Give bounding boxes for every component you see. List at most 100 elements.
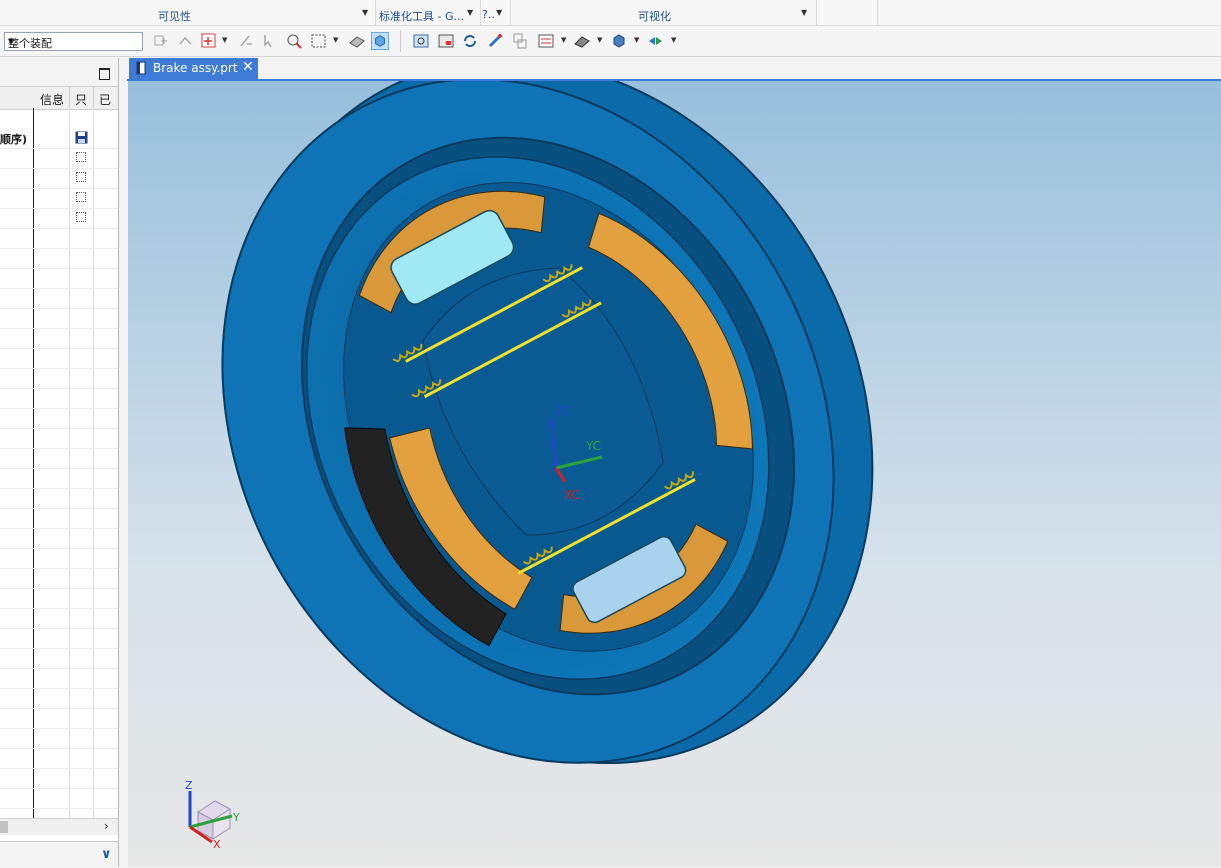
graphics-viewport[interactable]: ZC YC XC Z Y X — [128, 81, 1221, 867]
table-row[interactable] — [0, 768, 118, 789]
view-orientation-icon[interactable] — [610, 32, 628, 50]
chevron-down-icon[interactable]: ▼ — [8, 37, 139, 46]
table-row[interactable] — [0, 588, 118, 609]
chevron-down-icon[interactable]: ▼ — [496, 8, 502, 17]
table-row[interactable] — [0, 728, 118, 749]
close-icon[interactable]: ✕ — [242, 59, 254, 75]
ribbon-group-bar: 可见性 ▼ 标准化工具 - G... ▼ ?.. ▼ 可视化 ▼ — [0, 0, 1221, 26]
pan-icon[interactable] — [487, 32, 505, 50]
checkbox[interactable] — [76, 152, 86, 162]
table-row[interactable] — [0, 148, 118, 169]
table-row[interactable] — [0, 508, 118, 529]
navigator-details-bar: ∨ — [0, 841, 118, 868]
table-row[interactable] — [0, 168, 118, 189]
table-row[interactable] — [0, 368, 118, 389]
pick-icon[interactable] — [260, 32, 278, 50]
table-row[interactable] — [0, 668, 118, 689]
triad-z-label: Z — [185, 779, 193, 792]
triad-x-label: X — [213, 838, 221, 851]
chevron-down-icon[interactable]: ▼ — [671, 36, 676, 44]
table-row[interactable] — [0, 488, 118, 509]
table-row[interactable]: 顺序) — [0, 128, 118, 149]
table-row[interactable] — [0, 348, 118, 369]
tab-brake-assy[interactable]: Brake assy.prt ✕ — [129, 58, 258, 79]
rectangle-select-icon[interactable] — [310, 32, 328, 50]
table-row[interactable] — [0, 788, 118, 809]
chevron-down-icon[interactable]: ▼ — [801, 8, 807, 17]
zc-label: ZC — [555, 404, 572, 418]
table-row[interactable] — [0, 748, 118, 769]
assembly-scope-select[interactable]: 整个装配 ▼ — [4, 32, 143, 51]
shaded-view-icon[interactable] — [371, 32, 389, 50]
chevron-down-icon[interactable]: ▼ — [634, 36, 639, 44]
ribbon-group-visibility[interactable]: 可见性 ▼ — [60, 0, 376, 25]
table-row[interactable] — [0, 288, 118, 309]
chevron-down-icon[interactable]: ▼ — [362, 8, 368, 17]
fit-view-icon[interactable] — [412, 32, 430, 50]
table-row[interactable] — [0, 708, 118, 729]
chevron-down-icon[interactable]: ▼ — [467, 8, 473, 17]
snap-line-icon[interactable] — [237, 32, 255, 50]
column-modified[interactable]: 已 — [99, 91, 111, 108]
ribbon-group-label: 可视化 — [638, 10, 671, 23]
checkbox[interactable] — [76, 192, 86, 202]
checkbox[interactable] — [76, 172, 86, 182]
ribbon-group-visualization[interactable]: 可视化 ▼ — [511, 0, 817, 25]
table-row[interactable] — [0, 568, 118, 589]
table-row[interactable] — [0, 308, 118, 329]
chevron-down-icon[interactable]: ▼ — [222, 36, 227, 44]
layer-settings-icon[interactable] — [537, 32, 555, 50]
table-row[interactable] — [0, 408, 118, 429]
table-row[interactable] — [0, 428, 118, 449]
chevron-right-icon[interactable]: › — [104, 819, 109, 833]
table-row[interactable] — [0, 208, 118, 229]
save-icon — [75, 131, 88, 144]
orient-view-icon[interactable] — [511, 32, 529, 50]
chevron-down-icon[interactable]: ▼ — [561, 36, 566, 44]
select-filter-icon[interactable] — [200, 32, 218, 50]
scrollbar-thumb[interactable] — [0, 821, 8, 833]
ribbon-group-label: 标准化工具 - G... — [379, 10, 464, 23]
table-row[interactable] — [0, 608, 118, 629]
assembly-navigator: 信息 只 已 顺序) › ∨ — [0, 58, 119, 868]
chevron-down-icon[interactable]: ▼ — [333, 36, 338, 44]
render-style-icon[interactable] — [573, 32, 591, 50]
table-row[interactable] — [0, 188, 118, 209]
table-row[interactable] — [0, 228, 118, 249]
column-info[interactable]: 信息 — [40, 91, 64, 108]
table-row[interactable] — [0, 388, 118, 409]
navigator-column-header: 信息 只 已 — [0, 86, 118, 110]
component-filter-icon[interactable] — [152, 32, 170, 50]
table-row[interactable] — [0, 548, 118, 569]
rotate-icon[interactable] — [461, 32, 479, 50]
select-all-icon[interactable] — [285, 32, 303, 50]
zoom-window-icon[interactable] — [437, 32, 455, 50]
ribbon-group-standard-tools[interactable]: 标准化工具 - G... ▼ — [376, 0, 481, 25]
ribbon-group-label: ?.. — [482, 8, 495, 21]
table-row[interactable] — [0, 688, 118, 709]
edit-section-icon[interactable] — [647, 32, 665, 50]
checkbox[interactable] — [76, 212, 86, 222]
yc-label: YC — [585, 439, 601, 453]
table-row[interactable] — [0, 468, 118, 489]
ribbon-group-empty — [817, 0, 878, 25]
snap-point-icon[interactable] — [177, 32, 195, 50]
chevron-down-icon[interactable]: ▼ — [597, 36, 602, 44]
triad-y-label: Y — [232, 811, 240, 824]
show-hidden-icon[interactable] — [348, 32, 366, 50]
table-row[interactable] — [0, 528, 118, 549]
table-row[interactable] — [0, 248, 118, 269]
maximize-icon[interactable] — [99, 68, 110, 80]
table-row[interactable] — [0, 268, 118, 289]
table-row[interactable] — [0, 628, 118, 649]
table-row[interactable] — [0, 328, 118, 349]
tab-label: Brake assy.prt — [153, 61, 238, 75]
ribbon-group-more[interactable]: ?.. ▼ — [481, 0, 511, 25]
toolbar-separator — [400, 30, 401, 52]
chevron-down-icon[interactable]: ∨ — [101, 847, 112, 862]
column-readonly[interactable]: 只 — [75, 91, 87, 108]
table-row[interactable] — [0, 648, 118, 669]
table-row[interactable] — [0, 448, 118, 469]
header-divider — [69, 86, 70, 108]
horizontal-scrollbar[interactable]: › — [0, 818, 118, 835]
